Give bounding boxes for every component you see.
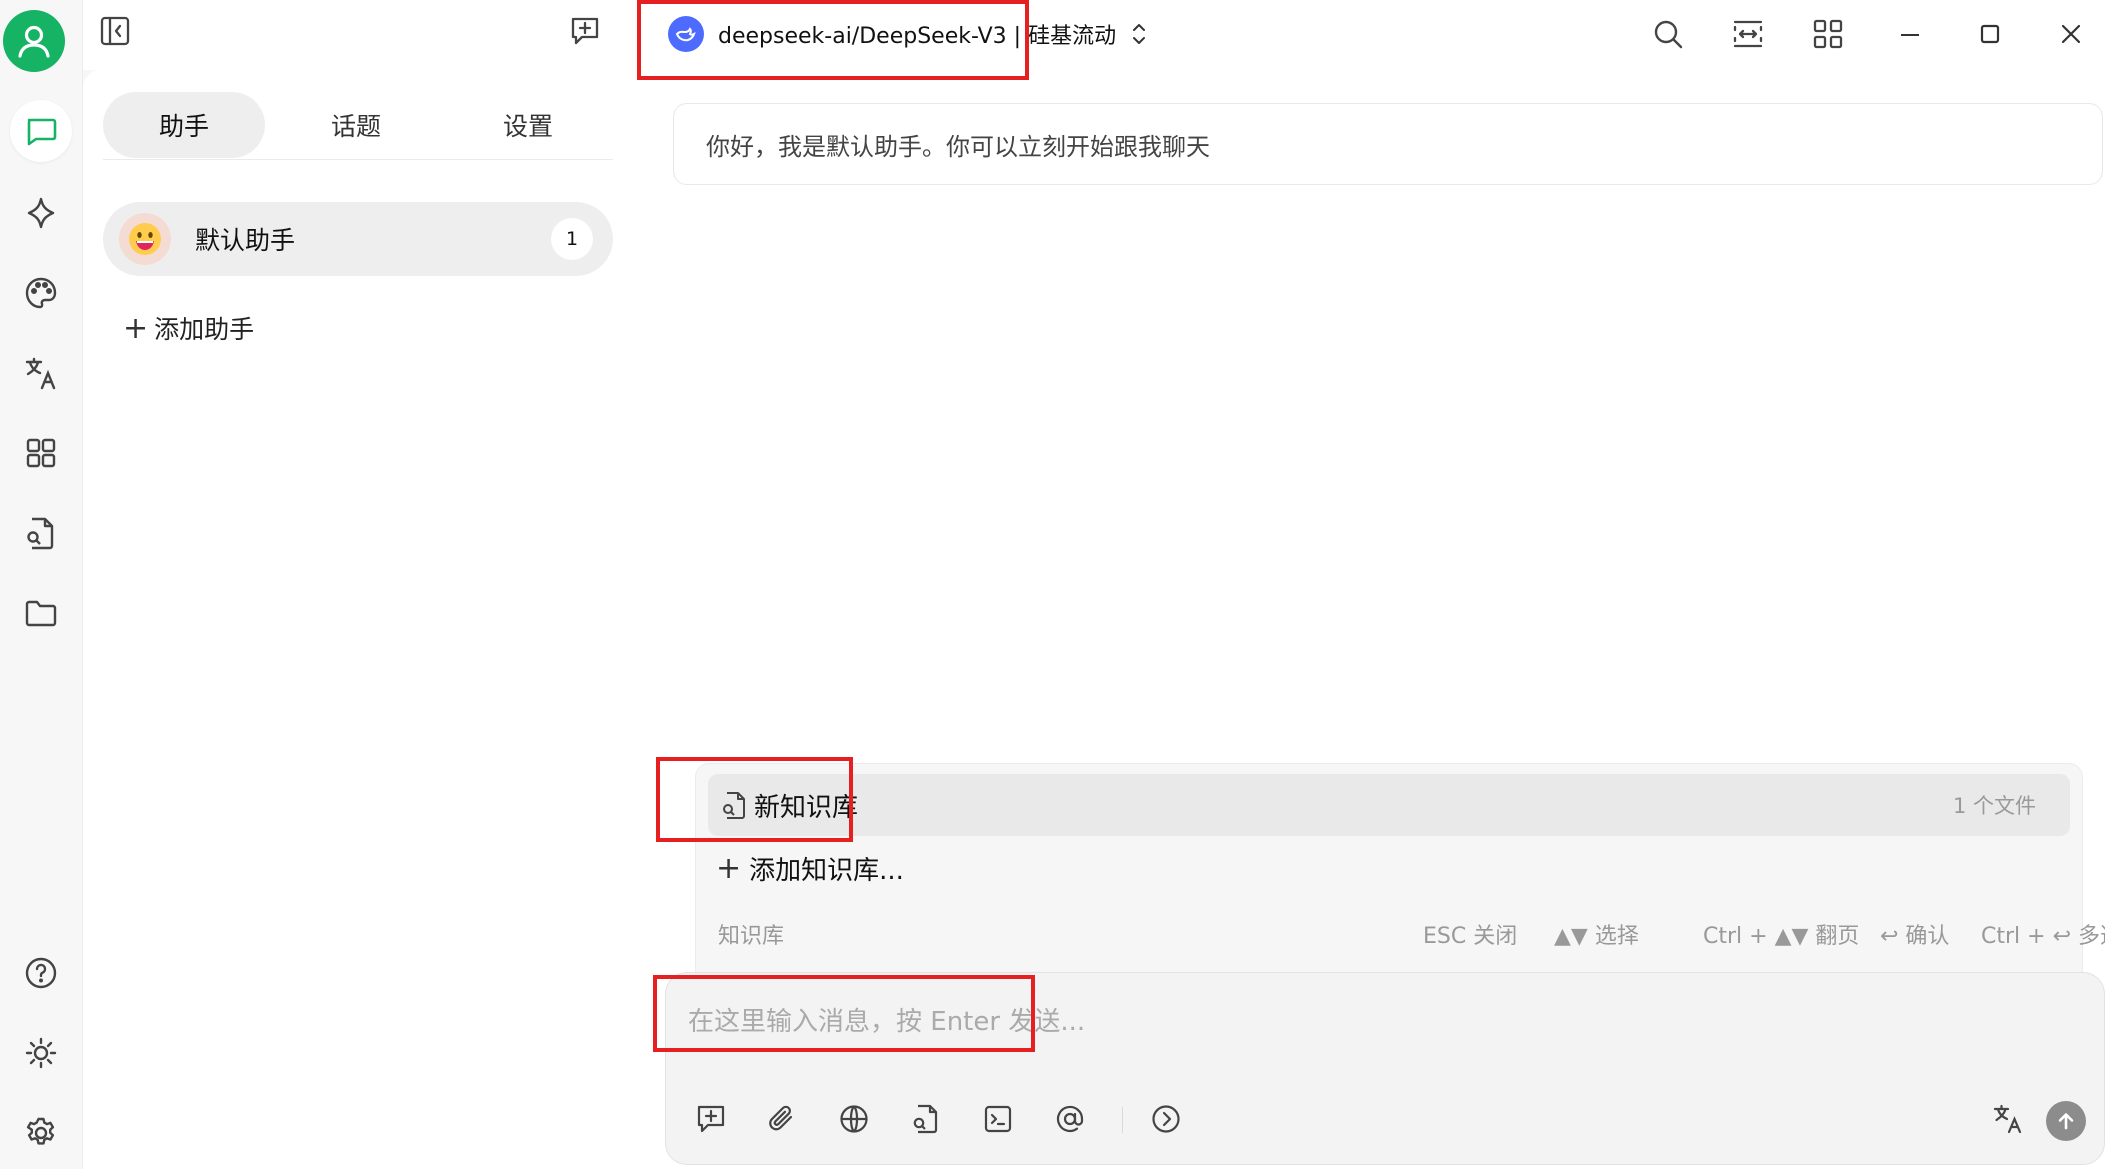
assistant-item-default[interactable]: 默认助手 1 — [103, 202, 613, 276]
folder-icon — [25, 600, 57, 627]
brightness-icon — [25, 1037, 57, 1069]
close-icon — [2061, 24, 2081, 44]
chat-bubble-icon — [27, 118, 57, 146]
new-chat-icon — [697, 1105, 725, 1133]
popup-title: 知识库 — [718, 924, 785, 949]
translate-input-button[interactable] — [1988, 1099, 2028, 1139]
expand-tools-button[interactable] — [1146, 1099, 1186, 1139]
highlight-knowledge-item — [656, 757, 853, 842]
add-assistant-button[interactable]: + 添加助手 — [123, 308, 254, 348]
chat-main: deepseek-ai/DeepSeek-V3 | 硅基流动 你好，我是默认助手… — [633, 0, 2105, 1169]
minimize-button[interactable] — [1890, 14, 1930, 54]
translate-icon — [25, 357, 56, 390]
paperclip-icon — [769, 1105, 793, 1131]
assistant-sidebar: 助手 话题 设置 默认助手 1 + 添加助手 — [83, 0, 633, 1169]
rail-item-theme[interactable] — [10, 1022, 72, 1084]
sidebar-collapse-icon — [100, 16, 130, 46]
new-topic-tool-button[interactable] — [691, 1099, 731, 1139]
knowledge-base-file-count: 1 个文件 — [1952, 794, 2036, 818]
globe-icon — [840, 1105, 868, 1133]
assistant-name: 默认助手 — [195, 226, 296, 255]
user-avatar[interactable] — [3, 10, 65, 72]
user-icon — [18, 25, 50, 58]
hint-confirm: ↩ 确认 — [1880, 924, 1950, 949]
chevron-updown-icon — [1133, 24, 1146, 44]
tab-assistants[interactable]: 助手 — [103, 92, 265, 158]
add-knowledge-base-button[interactable]: + 添加知识库... — [716, 848, 904, 888]
new-chat-icon — [571, 17, 599, 45]
terminal-icon — [984, 1105, 1012, 1133]
popup-footer: 知识库 ESC 关闭 ▲▼ 选择 Ctrl + ▲▼ 翻页 ↩ 确认 Ctrl … — [696, 914, 2105, 954]
rail-item-knowledge[interactable] — [10, 502, 72, 564]
at-sign-icon — [1056, 1105, 1084, 1133]
send-button[interactable] — [2046, 1101, 2086, 1141]
palette-icon — [25, 277, 57, 309]
file-search-icon — [913, 1104, 938, 1134]
grid-icon — [1813, 19, 1843, 49]
minimize-icon — [1901, 34, 1919, 36]
search-icon — [1654, 20, 1683, 49]
gear-icon — [26, 1117, 55, 1145]
layout-toggle-button[interactable] — [1728, 14, 1768, 54]
expand-horizontal-icon — [1733, 20, 1763, 48]
maximize-button[interactable] — [1970, 14, 2010, 54]
hint-esc-close: ESC 关闭 — [1423, 924, 1518, 949]
file-search-icon — [27, 517, 54, 550]
tab-topics[interactable]: 话题 — [275, 92, 437, 158]
knowledge-base-tool-button[interactable] — [906, 1099, 946, 1139]
rail-item-help[interactable] — [10, 942, 72, 1004]
rail-item-settings[interactable] — [10, 1102, 72, 1164]
rail-item-paint[interactable] — [10, 262, 72, 324]
hint-page: Ctrl + ▲▼ 翻页 — [1703, 924, 1860, 949]
add-assistant-label: 添加助手 — [154, 315, 255, 344]
close-button[interactable] — [2051, 14, 2091, 54]
app-window: 助手 话题 设置 默认助手 1 + 添加助手 deepseek-ai/DeepS… — [0, 0, 2105, 1169]
chevron-right-circle-icon — [1152, 1105, 1180, 1133]
assistant-avatar — [119, 213, 171, 265]
tab-settings[interactable]: 设置 — [447, 92, 609, 158]
highlight-model-selector — [637, 0, 1029, 80]
rail-item-files[interactable] — [10, 582, 72, 644]
mini-apps-button[interactable] — [1808, 14, 1848, 54]
translate-icon — [1993, 1104, 2022, 1134]
topic-count-badge: 1 — [551, 218, 593, 260]
mention-model-button[interactable] — [1050, 1099, 1090, 1139]
grid-icon — [26, 438, 56, 468]
sidebar-toolbar — [83, 0, 633, 70]
rail-item-apps[interactable] — [10, 422, 72, 484]
maximize-icon — [1980, 24, 2000, 44]
welcome-message: 你好，我是默认助手。你可以立刻开始跟我聊天 — [673, 103, 2103, 185]
prompt-tool-button[interactable] — [978, 1099, 1018, 1139]
web-search-button[interactable] — [834, 1099, 874, 1139]
rail-item-agents[interactable] — [10, 182, 72, 244]
attach-file-button[interactable] — [762, 1099, 802, 1139]
grinning-face-icon — [129, 223, 161, 255]
rail-item-translate[interactable] — [10, 342, 72, 404]
sparkle-icon — [27, 197, 55, 229]
hint-select: ▲▼ 选择 — [1554, 924, 1639, 949]
welcome-text: 你好，我是默认助手。你可以立刻开始跟我聊天 — [706, 132, 1210, 161]
new-topic-button[interactable] — [567, 13, 603, 49]
highlight-input — [653, 975, 1035, 1052]
icon-rail — [0, 0, 83, 1169]
sidebar-tabs: 助手 话题 设置 — [103, 92, 613, 160]
plus-icon: + — [716, 850, 742, 886]
help-circle-icon — [25, 957, 57, 989]
add-knowledge-base-label: 添加知识库... — [749, 855, 904, 886]
rail-item-chat[interactable] — [10, 100, 72, 162]
plus-icon: + — [123, 310, 149, 346]
hint-multi-select: Ctrl + ↩ 多选 — [1981, 924, 2105, 949]
arrow-up-icon — [2058, 1113, 2074, 1130]
knowledge-base-popup: 新知识库 1 个文件 + 添加知识库... 知识库 ESC 关闭 ▲▼ 选择 C… — [695, 763, 2105, 973]
knowledge-base-item[interactable]: 新知识库 1 个文件 — [708, 774, 2070, 836]
search-button[interactable] — [1648, 14, 1688, 54]
toggle-sidebar-button[interactable] — [97, 13, 133, 49]
toolbar-divider — [1122, 1107, 1123, 1133]
